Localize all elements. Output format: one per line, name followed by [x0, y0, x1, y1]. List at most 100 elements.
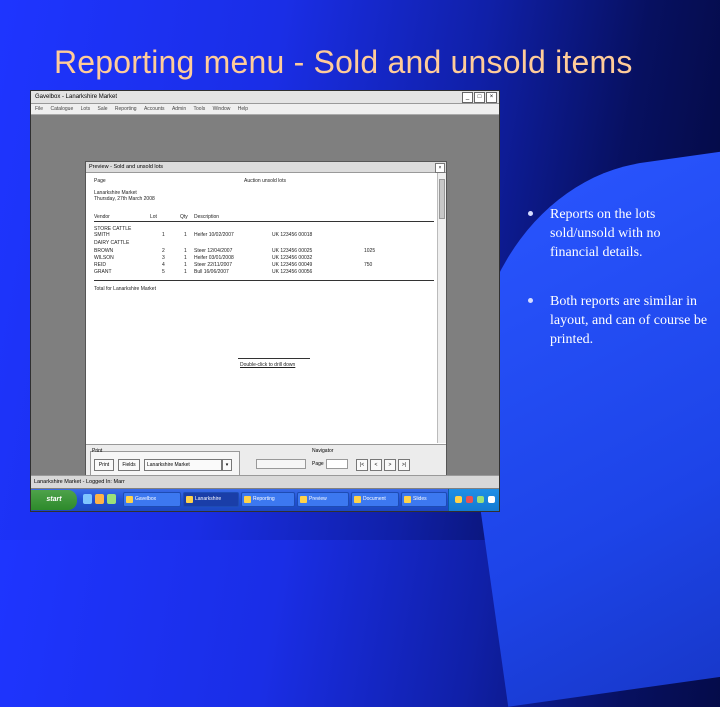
taskbar-item[interactable]: Document	[351, 492, 399, 507]
app-status-bar: Lanarkshire Market - Logged In: Marr	[31, 475, 499, 488]
prev-page-button[interactable]: <	[370, 459, 382, 471]
chevron-down-icon[interactable]: ▾	[222, 459, 232, 471]
taskbar-item[interactable]: Preview	[297, 492, 349, 507]
group-heading: DAIRY CATTLE	[94, 240, 130, 246]
cell-description: Steer 12/04/2007	[194, 248, 233, 254]
preview-window: Preview - Sold and unsold lots × Page Au…	[85, 161, 447, 485]
cell-qty: 1	[184, 232, 187, 238]
close-button[interactable]: ×	[486, 92, 497, 103]
menu-item-admin[interactable]: Admin	[172, 106, 186, 112]
report-page-label: Page	[94, 178, 106, 184]
header-rule	[94, 221, 434, 222]
cell-qty: 1	[184, 262, 187, 268]
print-group-label: Print	[92, 448, 103, 454]
taskbar-item[interactable]: Gavelbox	[123, 492, 181, 507]
cell-price: 1025	[364, 248, 376, 254]
cell-lot: 4	[162, 262, 165, 268]
quicklaunch-icon[interactable]	[107, 494, 116, 504]
cell-qty: 1	[184, 255, 187, 261]
cell-qty: 1	[184, 269, 187, 275]
report-title: Auction unsold lots	[244, 178, 286, 184]
slide-title: Reporting menu - Sold and unsold items	[54, 44, 633, 80]
cell-qty: 1	[184, 248, 187, 254]
cell-description: Steer 22/11/2007	[194, 262, 232, 268]
bullet-text: Reports on the lots sold/unsold with no …	[550, 207, 661, 260]
menu-item-help[interactable]: Help	[238, 106, 248, 112]
taskbar-item[interactable]: Reporting	[241, 492, 295, 507]
quicklaunch-icon[interactable]	[95, 494, 104, 504]
total-rule	[94, 280, 434, 281]
app-client-area: Preview - Sold and unsold lots × Page Au…	[31, 115, 499, 485]
system-tray	[448, 489, 499, 511]
preview-title: Preview - Sold and unsold lots	[89, 164, 163, 170]
column-vendor: Vendor	[94, 214, 110, 220]
print-button[interactable]: Print	[94, 459, 114, 471]
tray-icon[interactable]	[488, 496, 495, 503]
window-controls: _ □ ×	[462, 92, 497, 103]
cell-vendor: SMITH	[94, 232, 110, 238]
zoom-slider[interactable]	[256, 459, 306, 469]
cell-vendor: GRANT	[94, 269, 112, 275]
cell-tag: UK 123456 00049	[272, 262, 313, 268]
fields-button[interactable]: Fields	[118, 459, 140, 471]
cell-description: Heifer 10/02/2007	[194, 232, 234, 238]
cell-lot: 5	[162, 269, 165, 275]
first-page-button[interactable]: |<	[356, 459, 368, 471]
menu-item-catalogue[interactable]: Catalogue	[50, 106, 73, 112]
preview-close-button[interactable]: ×	[435, 163, 445, 173]
menu-item-sale[interactable]: Sale	[97, 106, 107, 112]
cell-price: 750	[364, 262, 373, 268]
cell-description: Bull 16/06/2007	[194, 269, 229, 275]
status-text: Lanarkshire Market - Logged In: Marr	[34, 479, 125, 485]
bullet-text: Both reports are similar in layout, and …	[550, 294, 708, 347]
application-screenshot: Gavelbox - Lanarkshire Market _ □ × File…	[30, 90, 500, 512]
cell-lot: 2	[162, 248, 165, 254]
tray-icon[interactable]	[477, 496, 484, 503]
bullet-dot-icon	[528, 211, 533, 216]
page-input[interactable]	[326, 459, 348, 469]
cell-lot: 1	[162, 232, 165, 238]
column-lot: Lot	[150, 214, 157, 220]
cell-vendor: WILSON	[94, 255, 114, 261]
navigator-label: Navigator	[312, 448, 334, 454]
menu-item-file[interactable]: File	[35, 106, 43, 112]
app-title-bar: Gavelbox - Lanarkshire Market _ □ ×	[31, 91, 499, 104]
cell-tag: UK 123456 00018	[272, 232, 313, 238]
menu-item-reporting[interactable]: Reporting	[115, 106, 137, 112]
start-button[interactable]: start	[31, 490, 77, 510]
scrollbar-thumb[interactable]	[439, 179, 445, 219]
taskbar-item[interactable]: Lanarkshire	[183, 492, 239, 507]
menu-item-accounts[interactable]: Accounts	[144, 106, 165, 112]
next-page-button[interactable]: >	[384, 459, 396, 471]
cell-vendor: REID	[94, 262, 106, 268]
taskbar: start Gavelbox Lanarkshire Reporting Pre…	[31, 489, 499, 511]
preview-title-bar: Preview - Sold and unsold lots ×	[86, 162, 446, 173]
page-label: Page	[312, 461, 324, 467]
cell-tag: UK 123456 00025	[272, 248, 313, 254]
preview-scrollbar[interactable]	[437, 173, 446, 443]
cell-lot: 3	[162, 255, 165, 261]
last-page-button[interactable]: >|	[398, 459, 410, 471]
quicklaunch-icon[interactable]	[83, 494, 92, 504]
menu-item-window[interactable]: Window	[213, 106, 231, 112]
report-total: Total for Lanarkshire Market	[94, 286, 156, 292]
maximize-button[interactable]: □	[474, 92, 485, 103]
footer-rule	[238, 358, 310, 359]
drill-down-link[interactable]: Double-click to drill down	[240, 362, 295, 368]
cell-description: Heifer 03/01/2008	[194, 255, 234, 261]
report-page: Page Auction unsold lots Lanarkshire Mar…	[94, 178, 434, 438]
tray-icon[interactable]	[455, 496, 462, 503]
report-date: Thursday, 27th March 2008	[94, 196, 155, 202]
app-title: Gavelbox - Lanarkshire Market	[35, 94, 118, 100]
minimize-button[interactable]: _	[462, 92, 473, 103]
column-qty: Qty	[180, 214, 188, 220]
tray-icon[interactable]	[466, 496, 473, 503]
cell-tag: UK 123456 00056	[272, 269, 313, 275]
app-menu-bar: File Catalogue Lots Sale Reporting Accou…	[31, 104, 499, 115]
taskbar-item[interactable]: Slides	[401, 492, 447, 507]
bullet-dot-icon	[528, 298, 533, 303]
cell-vendor: BROWN	[94, 248, 114, 254]
menu-item-tools[interactable]: Tools	[194, 106, 206, 112]
report-select[interactable]: Lanarkshire Market	[144, 459, 222, 471]
menu-item-lots[interactable]: Lots	[81, 106, 90, 112]
